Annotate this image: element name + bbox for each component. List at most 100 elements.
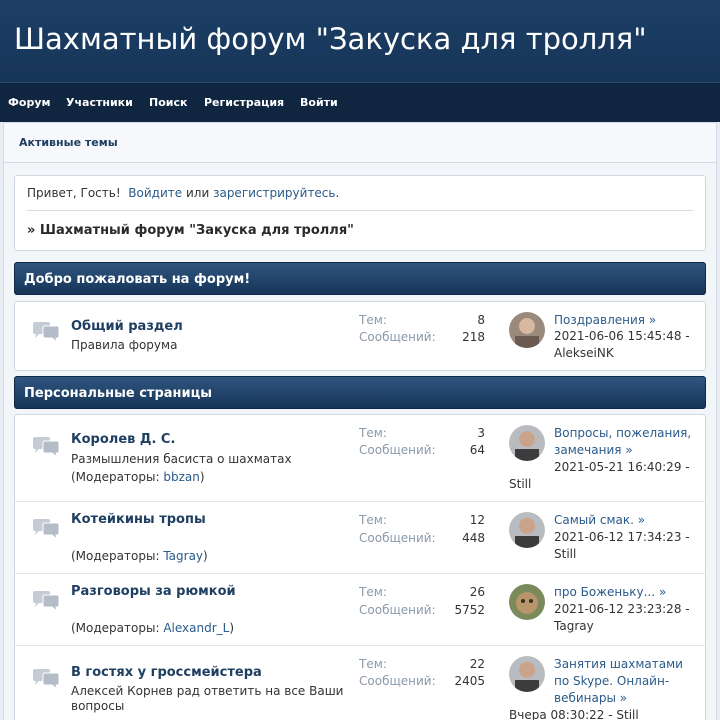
category-title[interactable]: Персональные страницы [24, 386, 212, 401]
last-post-user[interactable]: Still [509, 477, 531, 491]
moderators-label: (Модераторы: [71, 621, 160, 635]
active-topics-link[interactable]: Активные темы [19, 136, 118, 149]
login-link[interactable]: Войдите [128, 186, 182, 200]
separator-dash: - [608, 708, 613, 720]
moderator-link[interactable]: Alexandr_L [163, 621, 229, 635]
posts-label: Сообщений: [359, 674, 436, 688]
arrow-right-icon[interactable]: » [638, 513, 645, 527]
last-post-title[interactable]: Поздравления [554, 313, 645, 327]
last-post-link[interactable]: Вопросы, пожелания, замечания » [554, 425, 700, 459]
last-post-date: Вчера 08:30:22 [509, 708, 605, 720]
last-post-title[interactable]: Самый смак. [554, 513, 634, 527]
forum-bubble-icon [33, 437, 60, 458]
site-title[interactable]: Шахматный форум "Закуска для тролля" [14, 22, 647, 56]
last-post-link[interactable]: Поздравления » [554, 312, 700, 329]
arrow-right-icon[interactable]: » [620, 691, 627, 705]
last-post-meta: 2021-06-06 15:45:48 - [554, 329, 690, 343]
posts-label: Сообщений: [359, 531, 436, 545]
forum-title[interactable]: Разговоры за рюмкой [71, 584, 236, 599]
separator-dash: - [685, 602, 690, 616]
avatar[interactable] [509, 425, 545, 461]
topics-count: 26 [469, 585, 485, 599]
moderators: (Модераторы: Alexandr_L) [71, 621, 234, 635]
topics-count: 22 [469, 657, 485, 671]
topics-label: Тем: [359, 513, 387, 527]
category-header-welcome[interactable]: Добро пожаловать на форум! [14, 262, 706, 295]
last-post-date: 2021-06-06 15:45:48 [554, 329, 682, 343]
last-post-title[interactable]: про Боженьку... [554, 585, 655, 599]
forum-row: Разговоры за рюмкой (Модераторы: Alexand… [15, 574, 705, 646]
avatar[interactable] [509, 584, 545, 620]
forum-title[interactable]: В гостях у гроссмейстера [71, 665, 262, 680]
avatar[interactable] [509, 656, 545, 692]
avatar[interactable] [509, 512, 545, 548]
forum-title[interactable]: Общий раздел [71, 319, 183, 334]
last-post-date: 2021-06-12 23:23:28 [554, 602, 682, 616]
posts-label: Сообщений: [359, 603, 436, 617]
greeting-text: Привет, Гость! [27, 186, 121, 200]
forum-title[interactable]: Котейкины тропы [71, 512, 206, 527]
last-post-user[interactable]: AlekseiNK [554, 346, 614, 360]
last-post-user[interactable]: Tagray [554, 619, 594, 633]
category-header-personal[interactable]: Персональные страницы [14, 376, 706, 409]
moderator-link[interactable]: Tagray [163, 549, 203, 563]
welcome-box: Привет, Гость! Войдите или зарегистрируй… [14, 175, 706, 251]
moderators: (Модераторы: bbzan) [71, 470, 205, 484]
forum-list-personal: Королев Д. С. Размышления басиста о шахм… [14, 414, 706, 720]
or-text: или [185, 186, 210, 200]
category-title[interactable]: Добро пожаловать на форум! [24, 272, 250, 287]
forum-bubble-icon [33, 322, 60, 343]
nav-forum[interactable]: Форум [8, 96, 51, 109]
moderators-close: ) [229, 621, 235, 635]
last-post-date: 2021-05-21 16:40:29 [554, 460, 682, 474]
topics-label: Тем: [359, 313, 387, 327]
last-post-meta: 2021-06-12 23:23:28 - [554, 602, 690, 616]
register-link[interactable]: зарегистрируйтесь [213, 186, 335, 200]
forum-breadcrumb[interactable]: » Шахматный форум "Закуска для тролля" [27, 223, 354, 238]
nav-register[interactable]: Регистрация [204, 96, 284, 109]
last-post-user[interactable]: Still [616, 708, 638, 720]
topics-label: Тем: [359, 426, 387, 440]
last-post-link[interactable]: Занятия шахматами по Skype. Онлайн-вебин… [554, 656, 700, 707]
forum-title[interactable]: Королев Д. С. [71, 432, 175, 447]
posts-count: 218 [462, 330, 485, 344]
posts-label: Сообщений: [359, 330, 436, 344]
last-post-title[interactable]: Занятия шахматами по Skype. Онлайн-вебин… [554, 657, 683, 705]
moderator-link[interactable]: bbzan [163, 470, 200, 484]
nav-members[interactable]: Участники [66, 96, 133, 109]
site-header: Шахматный форум "Закуска для тролля" [0, 0, 720, 82]
posts-count: 448 [462, 531, 485, 545]
nav-login[interactable]: Войти [300, 96, 338, 109]
period-text: . [335, 186, 340, 200]
moderators: (Модераторы: Tagray) [71, 549, 208, 563]
forum-row: В гостях у гроссмейстера Алексей Корнев … [15, 646, 705, 720]
posts-count: 5752 [454, 603, 485, 617]
divider [27, 210, 693, 211]
arrow-right-icon[interactable]: » [625, 443, 632, 457]
posts-count: 2405 [454, 674, 485, 688]
arrow-right-icon[interactable]: » [649, 313, 656, 327]
forum-bubble-icon [33, 591, 60, 612]
forum-bubble-icon [33, 519, 60, 540]
last-post-date: 2021-06-12 17:34:23 [554, 530, 682, 544]
last-post-title[interactable]: Вопросы, пожелания, замечания [554, 426, 691, 457]
moderators-close: ) [203, 549, 208, 563]
forum-row: Общий раздел Правила форума Тем: 8 Сообщ… [15, 302, 705, 370]
main-nav: Форум Участники Поиск Регистрация Войти [0, 82, 720, 122]
moderators-close: ) [199, 470, 205, 484]
forum-bubble-icon [33, 669, 60, 690]
last-post-link[interactable]: про Боженьку... » [554, 584, 700, 601]
forum-description: Правила форума [71, 338, 178, 352]
topics-count: 12 [469, 513, 485, 527]
nav-search[interactable]: Поиск [149, 96, 187, 109]
topics-label: Тем: [359, 585, 387, 599]
posts-label: Сообщений: [359, 443, 436, 457]
active-topics-bar: Активные темы [3, 122, 717, 163]
topics-count: 8 [477, 313, 485, 327]
avatar[interactable] [509, 312, 545, 348]
separator-dash: - [685, 460, 690, 474]
last-post-user[interactable]: Still [554, 547, 576, 561]
last-post-link[interactable]: Самый смак. » [554, 512, 700, 529]
forum-row: Котейкины тропы (Модераторы: Tagray) Тем… [15, 502, 705, 574]
arrow-right-icon[interactable]: » [659, 585, 666, 599]
